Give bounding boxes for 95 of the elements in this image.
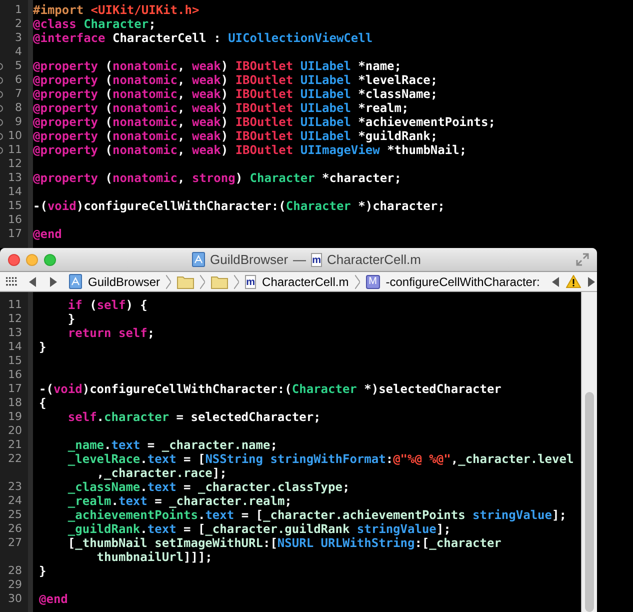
- line-number: 16: [8, 213, 22, 227]
- code-line: ,_character.race];: [96, 466, 227, 480]
- code-line: }: [39, 340, 46, 354]
- fullscreen-icon[interactable]: [576, 253, 589, 266]
- code-line: if (self) {: [66, 298, 148, 312]
- window-title: CharacterCell.m: [327, 250, 421, 269]
- code-line: @property (nonatomic, strong) Character *character;: [33, 171, 402, 185]
- forward-icon[interactable]: [49, 276, 57, 286]
- folder-icon[interactable]: [211, 274, 228, 288]
- code-line: _achievementPoints.text = [_character.achievementPoints stringValue];: [66, 508, 566, 522]
- line-number: 4: [15, 45, 22, 59]
- line-number: 5: [15, 59, 22, 73]
- code-line: [_thumbNail setImageWithURL:[NSURL URLWithString:[_character: [66, 536, 502, 550]
- file-icon: m: [245, 274, 256, 288]
- line-number: 14: [8, 340, 22, 354]
- line-number: 10: [8, 129, 22, 143]
- line-number: 2: [15, 17, 22, 31]
- project-icon: [192, 252, 206, 267]
- breadcrumb-item[interactable]: GuildBrowser: [88, 272, 160, 290]
- method-icon: M: [366, 274, 380, 288]
- line-number: 7: [15, 87, 22, 101]
- window-title: GuildBrowser: [210, 250, 288, 269]
- code-line: @property (nonatomic, weak) IBOutlet UILabel *achievementPoints;: [33, 115, 496, 129]
- code-line: @property (nonatomic, weak) IBOutlet UIImageView *thumbNail;: [33, 143, 467, 157]
- line-number: 13: [8, 326, 22, 340]
- code-line: @property (nonatomic, weak) IBOutlet UILabel *name;: [33, 59, 402, 73]
- warning-icon[interactable]: [566, 275, 581, 288]
- previous-issue-icon[interactable]: [552, 276, 560, 286]
- line-number: 16: [8, 368, 22, 382]
- code-line: _guildRank.text = [_character.guildRank stringValue];: [66, 522, 451, 536]
- code-line: _levelRace.text = [NSString stringWithFormat:@"%@ %@",_character.level: [66, 452, 574, 466]
- code-line: @property (nonatomic, weak) IBOutlet UILabel *realm;: [33, 101, 409, 115]
- line-number: 24: [8, 494, 22, 508]
- line-number: 19: [8, 410, 22, 424]
- chevron-icon: [166, 274, 172, 288]
- code-line: thumbnailUrl]]];: [96, 550, 212, 564]
- scrollbar-thumb[interactable]: [585, 392, 594, 612]
- line-number: 12: [8, 312, 22, 326]
- code-line: @end: [39, 592, 68, 606]
- line-number: 18: [8, 396, 22, 410]
- line-number: 26: [8, 522, 22, 536]
- title-separator: —: [293, 250, 306, 269]
- code-line: _realm.text = _character.realm;: [66, 494, 292, 508]
- breadcrumb-item[interactable]: -configureCellWithCharacter:: [386, 272, 540, 290]
- back-icon[interactable]: [29, 276, 37, 286]
- line-number: 30: [8, 592, 22, 606]
- line-number: 12: [8, 157, 22, 171]
- line-number: 17: [8, 382, 22, 396]
- next-issue-icon[interactable]: [586, 276, 595, 286]
- chevron-icon: [234, 274, 240, 288]
- line-number: 15: [8, 199, 22, 213]
- code-line: {: [39, 396, 46, 410]
- chevron-icon: [200, 274, 206, 288]
- line-number: 11: [8, 143, 22, 157]
- folder-icon[interactable]: [177, 274, 194, 288]
- line-number: 1: [15, 3, 22, 17]
- line-number: 28: [8, 564, 22, 578]
- code-line: @property (nonatomic, weak) IBOutlet UILabel *levelRace;: [33, 73, 438, 87]
- line-number: 11: [8, 298, 22, 312]
- code-line: -(void)configureCellWithCharacter:(Character *)selectedCharacter: [39, 382, 502, 396]
- code-line: @property (nonatomic, weak) IBOutlet UILabel *guildRank;: [33, 129, 438, 143]
- code-line: }: [66, 312, 76, 326]
- code-line: }: [39, 564, 46, 578]
- zoom-button[interactable]: [44, 254, 56, 266]
- code-line: _className.text = _character.classType;: [66, 480, 350, 494]
- code-line: _name.text = _character.name;: [66, 438, 278, 452]
- code-line: @end: [33, 227, 62, 241]
- line-number: 14: [8, 185, 22, 199]
- chevron-icon: [354, 274, 360, 288]
- line-number: 9: [15, 115, 22, 129]
- line-number: 25: [8, 508, 22, 522]
- line-number: 8: [15, 101, 22, 115]
- line-number: 21: [8, 438, 22, 452]
- breadcrumb-item[interactable]: CharacterCell.m: [262, 272, 349, 290]
- code-line: @class Character;: [33, 17, 156, 31]
- code-line: #import <UIKit/UIKit.h>: [33, 3, 200, 17]
- line-number: 22: [8, 452, 22, 466]
- line-number: 20: [8, 424, 22, 438]
- close-button[interactable]: [8, 254, 20, 266]
- line-number: 3: [15, 31, 22, 45]
- grid-icon[interactable]: [6, 276, 17, 286]
- line-number: 13: [8, 171, 22, 185]
- minimize-button[interactable]: [26, 254, 38, 266]
- line-number: 17: [8, 227, 22, 241]
- line-number: 15: [8, 354, 22, 368]
- code-line: @interface CharacterCell : UICollectionViewCell: [33, 31, 373, 45]
- line-number: 6: [15, 73, 22, 87]
- file-icon: m: [311, 252, 322, 266]
- line-number: 23: [8, 480, 22, 494]
- line-number: 27: [8, 536, 22, 550]
- line-number: 29: [8, 578, 22, 592]
- code-line: -(void)configureCellWithCharacter:(Character *)character;: [33, 199, 445, 213]
- code-line: @property (nonatomic, weak) IBOutlet UILabel *className;: [33, 87, 438, 101]
- code-line: return self;: [66, 326, 155, 340]
- code-line: self.character = selectedCharacter;: [66, 410, 321, 424]
